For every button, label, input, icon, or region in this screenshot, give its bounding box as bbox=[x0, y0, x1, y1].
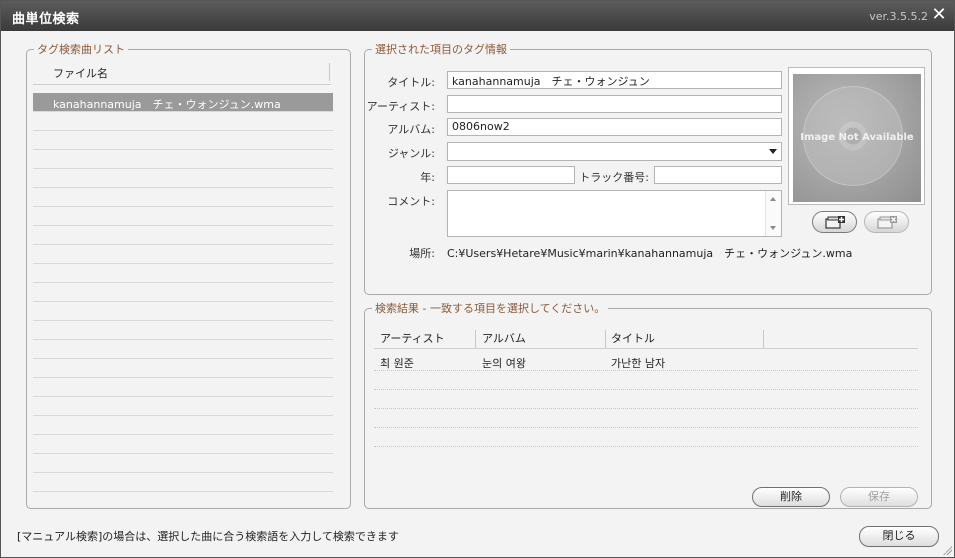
table-row[interactable] bbox=[374, 390, 918, 409]
list-item[interactable] bbox=[33, 454, 333, 473]
list-item[interactable] bbox=[33, 112, 333, 131]
comment-field[interactable] bbox=[447, 190, 782, 237]
table-row[interactable] bbox=[374, 409, 918, 428]
tag-info-legend: 選択された項目のタグ情報 bbox=[375, 43, 507, 56]
chevron-down-icon[interactable] bbox=[769, 149, 777, 154]
album-label: アルバム: bbox=[387, 123, 435, 136]
location-value: C:¥Users¥Hetare¥Music¥marin¥kanahannamuj… bbox=[447, 247, 853, 260]
list-item[interactable] bbox=[33, 321, 333, 340]
list-item[interactable] bbox=[33, 188, 333, 207]
location-label: 場所: bbox=[409, 247, 435, 260]
save-button[interactable]: 保存 bbox=[840, 487, 918, 507]
artist-label: アーティスト: bbox=[366, 100, 435, 113]
list-item[interactable] bbox=[33, 397, 333, 416]
title-label: タイトル: bbox=[387, 76, 435, 89]
status-message: [マニュアル検索]の場合は、選択した曲に合う検索語を入力して検索できます bbox=[17, 530, 399, 543]
list-item[interactable] bbox=[33, 245, 333, 264]
title-field[interactable]: kanahannamuja チェ・ウォンジュン bbox=[447, 71, 782, 89]
list-item[interactable] bbox=[33, 473, 333, 492]
genre-select[interactable] bbox=[447, 142, 782, 161]
tag-search-list-legend: タグ検索曲リスト bbox=[37, 43, 125, 56]
file-name-header-label: ファイル名 bbox=[53, 67, 108, 80]
version-label: ver.3.5.5.2 bbox=[869, 10, 928, 23]
results-column-header-filler bbox=[764, 327, 918, 349]
add-image-icon bbox=[825, 216, 845, 229]
list-item[interactable] bbox=[33, 435, 333, 454]
list-item[interactable] bbox=[33, 207, 333, 226]
list-item[interactable] bbox=[33, 359, 333, 378]
search-results-legend: 検索結果 - 一致する項目を選択してください。 bbox=[375, 302, 606, 315]
scroll-down-icon[interactable] bbox=[770, 226, 776, 230]
result-album: 눈의 여왕 bbox=[482, 357, 526, 370]
window-title: 曲単位検索 bbox=[12, 12, 80, 27]
file-name-column-header[interactable]: ファイル名 bbox=[33, 61, 331, 85]
delete-button[interactable]: 削除 bbox=[752, 487, 830, 507]
tag-info-group: 選択された項目のタグ情報 タイトル: kanahannamuja チェ・ウォンジ… bbox=[364, 41, 932, 295]
album-cover: Image Not Available bbox=[788, 67, 925, 205]
cover-placeholder-text: Image Not Available bbox=[800, 132, 914, 143]
scroll-up-icon[interactable] bbox=[770, 197, 776, 201]
list-item[interactable] bbox=[33, 378, 333, 397]
tag-search-list-group: タグ検索曲リスト ファイル名 kanahannamuja チェ・ウォンジュン.w… bbox=[26, 41, 351, 509]
list-item[interactable] bbox=[33, 150, 333, 169]
remove-image-icon bbox=[877, 216, 897, 229]
album-field[interactable]: 0806now2 bbox=[447, 118, 782, 136]
title-column-label: タイトル bbox=[611, 332, 655, 345]
list-item-label: kanahannamuja チェ・ウォンジュン.wma bbox=[53, 98, 281, 111]
title-bar[interactable]: 曲単位検索 ver.3.5.5.2 ✕ bbox=[1, 1, 954, 31]
no-image-placeholder: Image Not Available bbox=[793, 74, 921, 202]
remove-cover-button[interactable] bbox=[864, 211, 909, 233]
list-item[interactable] bbox=[33, 264, 333, 283]
results-column-header-title[interactable]: タイトル bbox=[606, 327, 764, 349]
search-results-group: 検索結果 - 一致する項目を選択してください。 アーティスト アルバム タイトル… bbox=[364, 300, 932, 509]
genre-label: ジャンル: bbox=[387, 147, 435, 160]
list-item[interactable] bbox=[33, 302, 333, 321]
list-item[interactable]: kanahannamuja チェ・ウォンジュン.wma bbox=[33, 93, 333, 112]
list-item[interactable] bbox=[33, 283, 333, 302]
result-artist: 최 원준 bbox=[380, 357, 414, 370]
table-row[interactable]: 최 원준 눈의 여왕 가난한 남자 bbox=[374, 352, 918, 371]
resize-grip[interactable] bbox=[942, 545, 952, 555]
result-title: 가난한 남자 bbox=[611, 357, 666, 370]
track-number-label: トラック番号: bbox=[579, 171, 649, 184]
list-item[interactable] bbox=[33, 226, 333, 245]
comment-scrollbar[interactable] bbox=[765, 191, 781, 236]
song-search-window: 曲単位検索 ver.3.5.5.2 ✕ タグ検索曲リスト ファイル名 kanah… bbox=[0, 0, 955, 558]
close-icon[interactable]: ✕ bbox=[930, 6, 948, 24]
year-label: 年: bbox=[420, 171, 435, 184]
artist-column-label: アーティスト bbox=[380, 332, 445, 345]
list-item[interactable] bbox=[33, 169, 333, 188]
track-number-field[interactable] bbox=[654, 166, 782, 184]
list-item[interactable] bbox=[33, 340, 333, 359]
column-separator[interactable] bbox=[329, 63, 330, 81]
table-row[interactable] bbox=[374, 371, 918, 390]
album-column-label: アルバム bbox=[482, 332, 526, 345]
results-column-header-artist[interactable]: アーティスト bbox=[374, 327, 476, 349]
table-row[interactable] bbox=[374, 428, 918, 447]
close-button[interactable]: 閉じる bbox=[859, 526, 939, 547]
list-item[interactable] bbox=[33, 416, 333, 435]
list-item[interactable] bbox=[33, 131, 333, 150]
comment-label: コメント: bbox=[387, 195, 435, 208]
year-field[interactable] bbox=[447, 166, 575, 184]
results-column-header-album[interactable]: アルバム bbox=[476, 327, 606, 349]
artist-field[interactable] bbox=[447, 95, 782, 113]
add-cover-button[interactable] bbox=[812, 211, 857, 233]
